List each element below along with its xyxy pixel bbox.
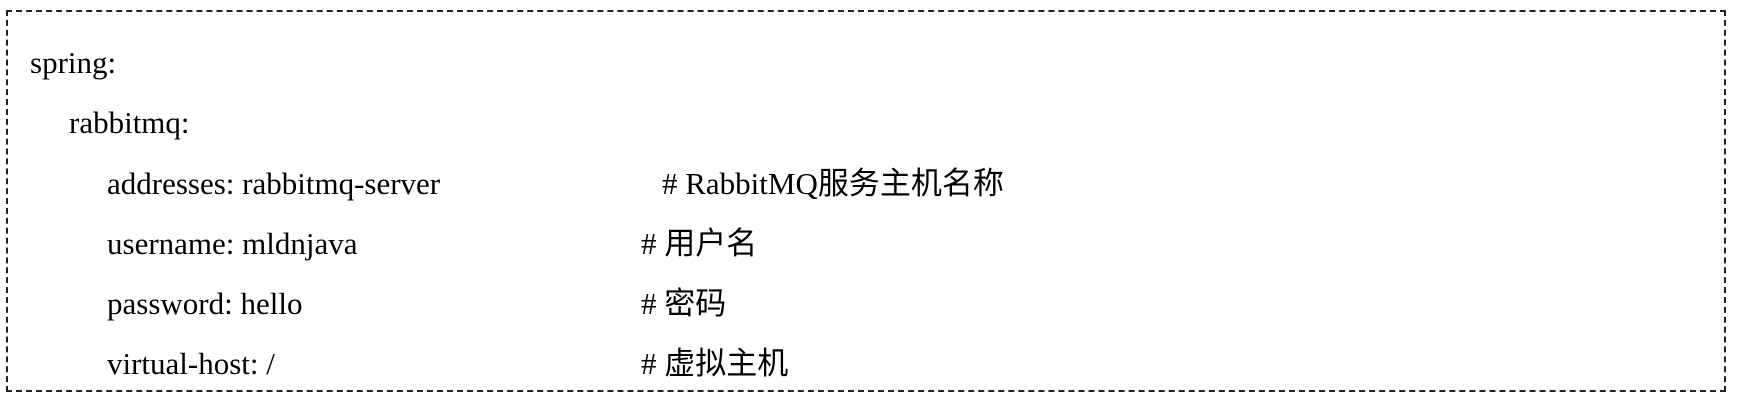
code-comment: # RabbitMQ服务主机名称 [662, 166, 1004, 201]
code-text: virtual-host: / [107, 346, 275, 381]
code-text: addresses: rabbitmq-server [107, 166, 441, 201]
code-text: username: mldnjava [107, 226, 358, 261]
code-text: rabbitmq: [69, 105, 190, 140]
code-comment: # 用户名 [641, 226, 758, 261]
code-text: password: hello [107, 286, 303, 321]
code-comment: # 虚拟主机 [641, 346, 789, 381]
code-block: spring: rabbitmq: addresses: rabbitmq-se… [6, 10, 1726, 392]
code-comment: # 密码 [641, 286, 727, 321]
code-text: spring: [30, 45, 117, 80]
